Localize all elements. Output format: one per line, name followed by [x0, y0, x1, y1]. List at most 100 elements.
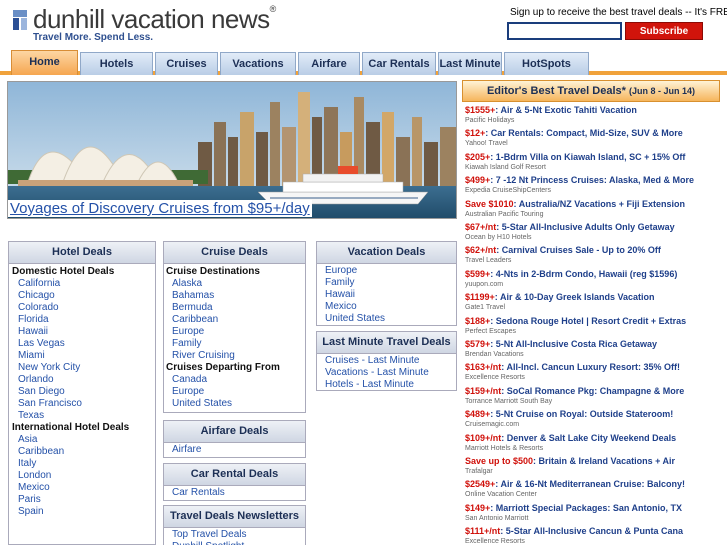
deal-link[interactable]: $205+: 1-Bdrm Villa on Kiawah Island, SC… — [465, 151, 725, 163]
deal-link[interactable]: $12+: Car Rentals: Compact, Mid-Size, SU… — [465, 127, 725, 139]
cruise-destination-link[interactable]: Alaska — [166, 278, 305, 290]
vacation-deal-link[interactable]: Hawaii — [319, 289, 456, 301]
domestic-hotel-link[interactable]: Colorado — [12, 302, 155, 314]
deal-link[interactable]: $62+/nt: Carnival Cruises Sale - Up to 2… — [465, 244, 725, 256]
tab-hotspots[interactable]: HotSpots — [504, 52, 589, 75]
international-hotel-link[interactable]: London — [12, 470, 155, 482]
vacation-deals-box: Vacation Deals Europe Family Hawaii Mexico U… — [316, 241, 457, 326]
domestic-hotel-link[interactable]: San Francisco — [12, 398, 155, 410]
cruise-destination-link[interactable]: River Cruising — [166, 350, 305, 362]
international-hotel-link[interactable]: Mexico — [12, 482, 155, 494]
deal-item[interactable]: $1555+: Air & 5-Nt Exotic Tahiti Vacatio… — [465, 104, 725, 126]
domestic-hotel-link[interactable]: San Diego — [12, 386, 155, 398]
newsletter-link[interactable]: Top Travel Deals — [166, 529, 305, 541]
tab-cruises[interactable]: Cruises — [155, 52, 218, 75]
deal-link[interactable]: $163+/nt: All-Incl. Cancun Luxury Resort… — [465, 361, 725, 373]
international-hotel-link[interactable]: Asia — [12, 434, 155, 446]
cruise-destination-link[interactable]: Family — [166, 338, 305, 350]
deal-link[interactable]: $599+: 4-Nts in 2-Bdrm Condo, Hawaii (re… — [465, 268, 725, 280]
deal-item[interactable]: $205+: 1-Bdrm Villa on Kiawah Island, SC… — [465, 151, 725, 173]
deal-item[interactable]: $163+/nt: All-Incl. Cancun Luxury Resort… — [465, 361, 725, 383]
deal-link[interactable]: $149+: Marriott Special Packages: San An… — [465, 502, 725, 514]
last-minute-link[interactable]: Hotels - Last Minute — [319, 379, 456, 391]
deal-item[interactable]: $489+: 5-Nt Cruise on Royal: Outside Sta… — [465, 408, 725, 430]
domestic-hotel-link[interactable]: Florida — [12, 314, 155, 326]
domestic-hotel-link[interactable]: New York City — [12, 362, 155, 374]
subscribe-button[interactable]: Subscribe — [625, 22, 703, 40]
deal-link[interactable]: $499+: 7 -12 Nt Princess Cruises: Alaska… — [465, 174, 725, 186]
deal-link[interactable]: $159+/nt: SoCal Romance Pkg: Champagne &… — [465, 385, 725, 397]
deal-link[interactable]: Save $1010: Australia/NZ Vacations + Fij… — [465, 198, 725, 210]
deal-item[interactable]: $67+/nt: 5-Star All-Inclusive Adults Onl… — [465, 221, 725, 243]
deal-link[interactable]: $188+: Sedona Rouge Hotel | Resort Credi… — [465, 315, 725, 327]
deal-link[interactable]: $109+/nt: Denver & Salt Lake City Weeken… — [465, 432, 725, 444]
deal-link[interactable]: $2549+: Air & 16-Nt Mediterranean Cruise… — [465, 478, 725, 490]
international-hotel-link[interactable]: Paris — [12, 494, 155, 506]
last-minute-link[interactable]: Vacations - Last Minute — [319, 367, 456, 379]
cruise-departing-link[interactable]: United States — [166, 398, 305, 410]
international-hotel-link[interactable]: Caribbean — [12, 446, 155, 458]
international-hotel-link[interactable]: Spain — [12, 506, 155, 518]
deal-source: Ocean by H10 Hotels — [465, 234, 532, 241]
deal-item[interactable]: $579+: 5-Nt All-Inclusive Costa Rica Get… — [465, 338, 725, 360]
deal-item[interactable]: $109+/nt: Denver & Salt Lake City Weeken… — [465, 432, 725, 454]
vacation-deal-link[interactable]: Mexico — [319, 301, 456, 313]
deal-item[interactable]: $111+/nt: 5-Star All-Inclusive Cancun & … — [465, 525, 725, 545]
deal-source: yuupon.com — [465, 280, 504, 288]
deal-link[interactable]: $1199+: Air & 10-Day Greek Islands Vacat… — [465, 291, 725, 303]
international-hotel-link[interactable]: Italy — [12, 458, 155, 470]
email-field[interactable] — [507, 22, 622, 40]
vacation-deal-link[interactable]: United States — [319, 313, 456, 325]
domestic-hotel-link[interactable]: Orlando — [12, 374, 155, 386]
deal-item[interactable]: Save $1010: Australia/NZ Vacations + Fij… — [465, 198, 725, 220]
car-rental-link[interactable]: Car Rentals — [166, 487, 305, 499]
newsletter-link[interactable]: Dunhill Spotlight — [166, 541, 305, 545]
deal-item[interactable]: $12+: Car Rentals: Compact, Mid-Size, SU… — [465, 127, 725, 149]
cruise-destination-link[interactable]: Caribbean — [166, 314, 305, 326]
deal-text: : Air & 5-Nt Exotic Tahiti Vacation — [495, 105, 637, 115]
airfare-link[interactable]: Airfare — [166, 444, 305, 456]
cruise-destination-link[interactable]: Europe — [166, 326, 305, 338]
cruise-departing-link[interactable]: Canada — [166, 374, 305, 386]
domestic-hotel-link[interactable]: Hawaii — [12, 326, 155, 338]
domestic-hotel-link[interactable]: Chicago — [12, 290, 155, 302]
tab-vacations[interactable]: Vacations — [220, 52, 296, 75]
deal-item[interactable]: Save up to $500: Britain & Ireland Vacat… — [465, 455, 725, 477]
deal-link[interactable]: $489+: 5-Nt Cruise on Royal: Outside Sta… — [465, 408, 725, 420]
domestic-hotel-link[interactable]: Miami — [12, 350, 155, 362]
deal-item[interactable]: $149+: Marriott Special Packages: San An… — [465, 502, 725, 524]
deal-link[interactable]: $111+/nt: 5-Star All-Inclusive Cancun & … — [465, 525, 725, 537]
deal-item[interactable]: $1199+: Air & 10-Day Greek Islands Vacat… — [465, 291, 725, 313]
deal-item[interactable]: $599+: 4-Nts in 2-Bdrm Condo, Hawaii (re… — [465, 268, 725, 290]
deal-price: $2549+ — [465, 479, 496, 490]
deal-item[interactable]: $499+: 7 -12 Nt Princess Cruises: Alaska… — [465, 174, 725, 196]
deal-item[interactable]: $188+: Sedona Rouge Hotel | Resort Credi… — [465, 315, 725, 337]
domestic-hotel-link[interactable]: California — [12, 278, 155, 290]
hero-caption-link[interactable]: Voyages of Discovery Cruises from $95+/d… — [8, 200, 312, 217]
cruise-destination-link[interactable]: Bahamas — [166, 290, 305, 302]
deal-link[interactable]: $579+: 5-Nt All-Inclusive Costa Rica Get… — [465, 338, 725, 350]
tab-hotels[interactable]: Hotels — [80, 52, 153, 75]
deal-text: : SoCal Romance Pkg: Champagne & More — [501, 385, 685, 396]
sydney-harbour-image — [8, 82, 456, 218]
logo[interactable]: dunhill vacation news® Travel More. Spen… — [13, 4, 303, 46]
deal-price: $1199+ — [465, 292, 495, 303]
tab-car-rentals[interactable]: Car Rentals — [362, 52, 436, 75]
deal-link[interactable]: $1555+: Air & 5-Nt Exotic Tahiti Vacatio… — [465, 104, 725, 116]
last-minute-link[interactable]: Cruises - Last Minute — [319, 355, 456, 367]
vacation-deal-link[interactable]: Family — [319, 277, 456, 289]
deal-item[interactable]: $2549+: Air & 16-Nt Mediterranean Cruise… — [465, 478, 725, 500]
cruise-departing-link[interactable]: Europe — [166, 386, 305, 398]
hero-banner[interactable]: Voyages of Discovery Cruises from $95+/d… — [7, 81, 457, 219]
tab-airfare[interactable]: Airfare — [298, 52, 360, 75]
domestic-hotel-link[interactable]: Texas — [12, 410, 155, 422]
cruise-destination-link[interactable]: Bermuda — [166, 302, 305, 314]
tab-home[interactable]: Home — [11, 50, 78, 75]
deal-link[interactable]: Save up to $500: Britain & Ireland Vacat… — [465, 455, 725, 467]
vacation-deal-link[interactable]: Europe — [319, 265, 456, 277]
deal-item[interactable]: $159+/nt: SoCal Romance Pkg: Champagne &… — [465, 385, 725, 407]
domestic-hotel-link[interactable]: Las Vegas — [12, 338, 155, 350]
tab-last-minute[interactable]: Last Minute — [438, 52, 502, 75]
deal-link[interactable]: $67+/nt: 5-Star All-Inclusive Adults Onl… — [465, 221, 725, 233]
deal-item[interactable]: $62+/nt: Carnival Cruises Sale - Up to 2… — [465, 244, 725, 266]
